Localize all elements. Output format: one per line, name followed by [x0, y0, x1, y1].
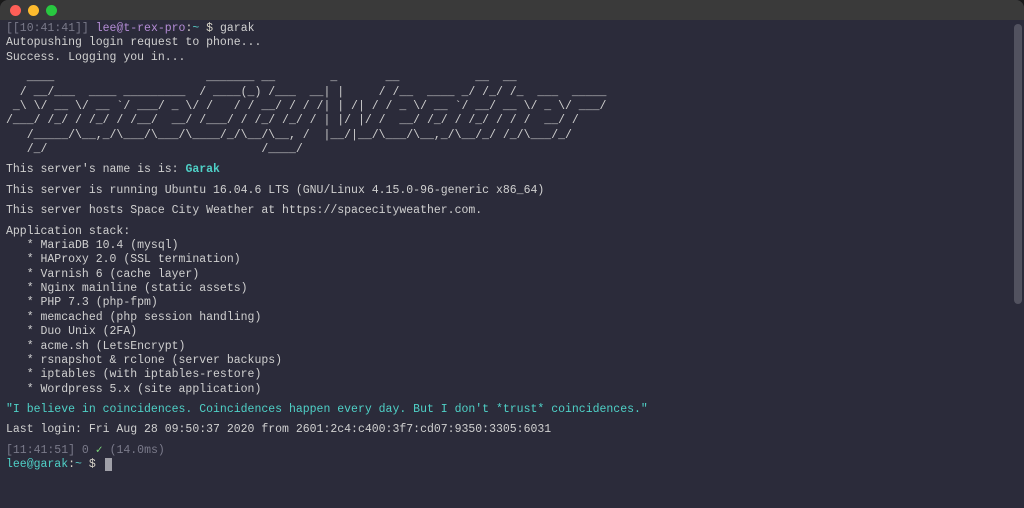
stack-item: * Duo Unix (2FA): [6, 325, 1018, 339]
ascii-banner: _\ \/ __ \/ __ `/ ___/ _ \/ / / / __/ / …: [6, 100, 1018, 114]
prompt-path: ~: [75, 458, 82, 471]
stack-item: * memcached (php session handling): [6, 311, 1018, 325]
terminal-window: [[10:41:41]] lee@t-rex-pro:~ $ garak Aut…: [0, 0, 1024, 508]
motd-quote: "I believe in coincidences. Coincidences…: [6, 403, 1018, 417]
terminal-body[interactable]: [[10:41:41]] lee@t-rex-pro:~ $ garak Aut…: [0, 20, 1024, 508]
auth-line-1: Autopushing login request to phone...: [6, 36, 1018, 50]
prompt-line-2: lee@garak:~ $: [6, 458, 1018, 472]
scrollbar-thumb[interactable]: [1014, 24, 1022, 304]
ascii-banner: /_/ /____/: [6, 143, 1018, 157]
server-hosts-line: This server hosts Space City Weather at …: [6, 204, 1018, 218]
minimize-icon[interactable]: [28, 5, 39, 16]
close-icon[interactable]: [10, 5, 21, 16]
ascii-banner: / __/___ ____ _________ / ____(_) /___ _…: [6, 86, 1018, 100]
prompt-userhost: lee@t-rex-pro: [96, 22, 186, 35]
stack-item: * PHP 7.3 (php-fpm): [6, 296, 1018, 310]
cursor-icon: [105, 458, 112, 471]
last-login: Last login: Fri Aug 28 09:50:37 2020 fro…: [6, 423, 1018, 437]
stack-item: * HAProxy 2.0 (SSL termination): [6, 253, 1018, 267]
stack-item: * iptables (with iptables-restore): [6, 368, 1018, 382]
stack-item: * acme.sh (LetsEncrypt): [6, 340, 1018, 354]
scrollbar[interactable]: [1012, 24, 1022, 494]
prompt-time: [10:41:41]: [13, 22, 82, 35]
check-icon: ✓: [96, 444, 103, 457]
stack-item: * Wordpress 5.x (site application): [6, 383, 1018, 397]
stack-item: * rsnapshot & rclone (server backups): [6, 354, 1018, 368]
titlebar: [0, 0, 1024, 20]
stack-item: * Varnish 6 (cache layer): [6, 268, 1018, 282]
status-line: [11:41:51] 0 ✓ (14.0ms): [6, 444, 1018, 458]
stack-item: * Nginx mainline (static assets): [6, 282, 1018, 296]
server-os-line: This server is running Ubuntu 16.04.6 LT…: [6, 184, 1018, 198]
maximize-icon[interactable]: [46, 5, 57, 16]
prompt-line-1: [[10:41:41]] lee@t-rex-pro:~ $ garak: [6, 22, 1018, 36]
ascii-banner: /___/ /_/ / /_/ / /__/ __/ /___/ / /_/ /…: [6, 114, 1018, 128]
prompt-command: garak: [220, 22, 255, 35]
stack-item: * MariaDB 10.4 (mysql): [6, 239, 1018, 253]
stack-title: Application stack:: [6, 225, 1018, 239]
ascii-banner: /_____/\__,_/\___/\___/\____/_/\__/\__, …: [6, 129, 1018, 143]
prompt-userhost: lee@garak: [6, 458, 68, 471]
server-name-line: This server's name is is: Garak: [6, 163, 1018, 177]
ascii-banner: ____ _______ __ _ __ __ __: [6, 71, 1018, 85]
auth-line-2: Success. Logging you in...: [6, 51, 1018, 65]
server-name: Garak: [185, 163, 220, 176]
